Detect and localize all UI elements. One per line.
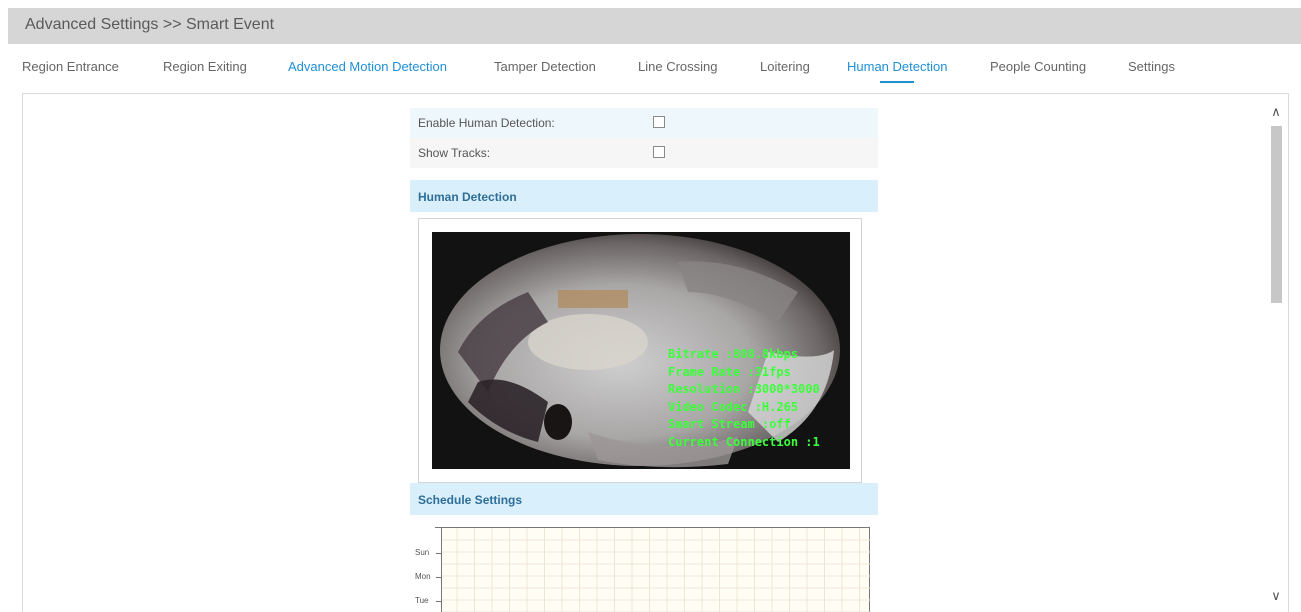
- scrollbar-thumb[interactable]: [1271, 126, 1282, 303]
- tab-human-detection-label: Human Detection: [847, 59, 948, 74]
- schedule-chart: Sun Mon Tue: [410, 524, 880, 612]
- human-detection-section-title: Human Detection: [418, 190, 517, 204]
- tab-tamper-detection[interactable]: Tamper Detection: [494, 59, 596, 74]
- tab-region-exiting[interactable]: Region Exiting: [163, 59, 247, 74]
- osd-smart-stream: Smart Stream :off: [668, 417, 791, 431]
- tab-human-detection[interactable]: Human Detection: [847, 59, 948, 83]
- tab-advanced-motion-detection[interactable]: Advanced Motion Detection: [288, 59, 447, 74]
- enable-human-detection-label: Enable Human Detection:: [418, 116, 555, 130]
- schedule-day-tue: Tue: [415, 596, 442, 605]
- video-preview-frame: Bitrate :808.8kbps Frame Rate :31fps Res…: [418, 218, 862, 483]
- schedule-day-mon-label: Mon: [415, 572, 431, 581]
- app-window: Advanced Settings >> Smart Event Region …: [0, 0, 1301, 612]
- show-tracks-label: Show Tracks:: [418, 146, 491, 160]
- page-title: Advanced Settings >> Smart Event: [25, 16, 275, 33]
- video-osd-overlay: Bitrate :808.8kbps Frame Rate :31fps Res…: [668, 346, 820, 451]
- chevron-up-icon[interactable]: ∧: [1268, 104, 1284, 120]
- osd-frame-rate: Frame Rate :31fps: [668, 364, 791, 379]
- vertical-scrollbar[interactable]: ∧ ∨: [1264, 94, 1288, 612]
- schedule-settings-section-title: Schedule Settings: [418, 493, 523, 507]
- schedule-day-tue-label: Tue: [415, 596, 429, 605]
- tab-line-crossing[interactable]: Line Crossing: [638, 59, 718, 74]
- enable-human-detection-row: Enable Human Detection:: [410, 108, 878, 138]
- osd-video-codec: Video Codec :H.265: [668, 399, 799, 414]
- active-tab-indicator: [880, 81, 915, 83]
- schedule-grid[interactable]: [441, 527, 871, 612]
- chevron-down-icon[interactable]: ∨: [1268, 588, 1284, 604]
- schedule-day-sun-label: Sun: [415, 548, 430, 557]
- schedule-grid-lines: [442, 528, 871, 612]
- schedule-day-mon: Mon: [415, 572, 442, 581]
- tab-settings[interactable]: Settings: [1128, 59, 1175, 74]
- show-tracks-row: Show Tracks:: [410, 138, 878, 168]
- page-header: Advanced Settings >> Smart Event: [8, 8, 1301, 44]
- tab-region-entrance[interactable]: Region Entrance: [22, 59, 119, 74]
- enable-human-detection-checkbox[interactable]: [653, 116, 665, 128]
- tab-loitering[interactable]: Loitering: [760, 59, 810, 74]
- osd-current-connection: Current Connection :1: [668, 434, 820, 449]
- live-video-preview[interactable]: Bitrate :808.8kbps Frame Rate :31fps Res…: [432, 232, 850, 469]
- content-panel: Enable Human Detection: Show Tracks: Hum…: [22, 93, 1289, 612]
- schedule-day-sun: Sun: [415, 548, 442, 557]
- tab-people-counting[interactable]: People Counting: [990, 59, 1086, 74]
- osd-bitrate: Bitrate :808.8kbps: [668, 347, 799, 361]
- osd-resolution: Resolution :3000*3000: [668, 382, 820, 396]
- human-detection-section-header: Human Detection: [410, 180, 878, 212]
- schedule-settings-section-header: Schedule Settings: [410, 483, 878, 515]
- tab-bar: Region Entrance Region Exiting Advanced …: [0, 44, 1301, 90]
- show-tracks-checkbox[interactable]: [653, 146, 665, 158]
